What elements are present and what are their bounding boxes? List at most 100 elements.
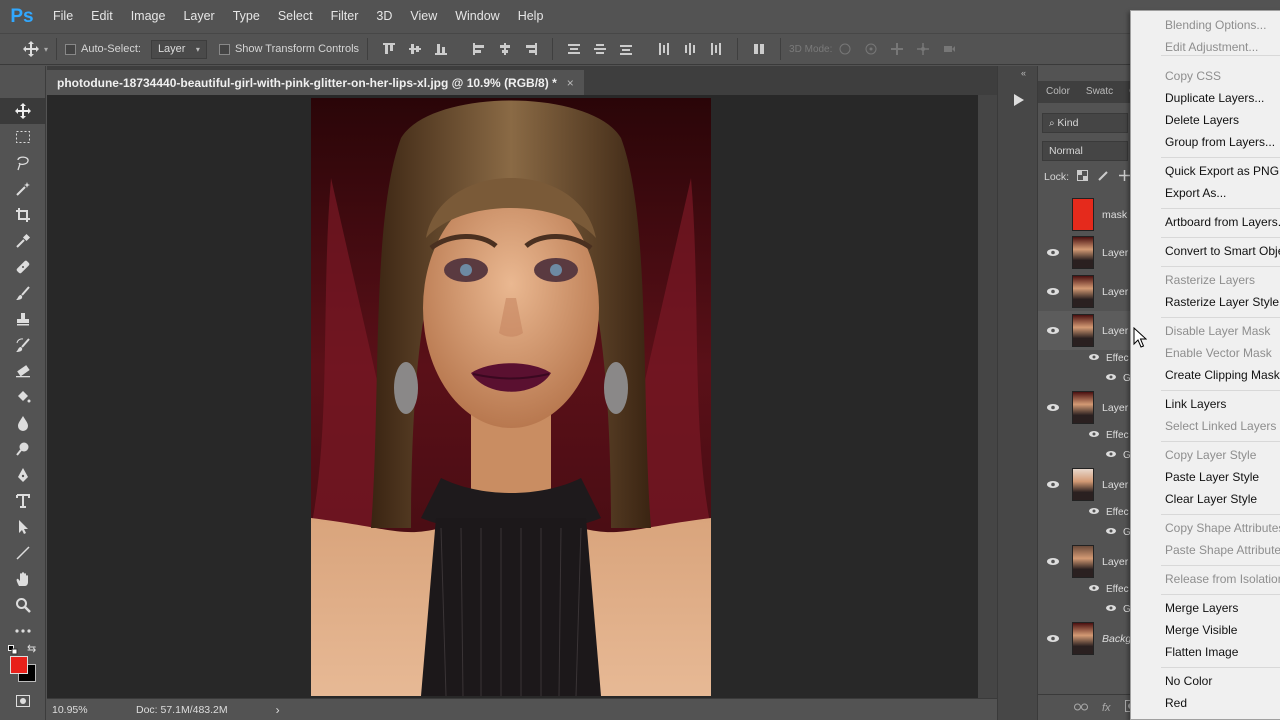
dodge-tool-icon[interactable] — [0, 436, 46, 462]
eye-icon[interactable] — [1038, 480, 1068, 489]
eye-icon[interactable] — [1105, 527, 1117, 538]
auto-align-icon[interactable] — [751, 41, 767, 57]
tab-color[interactable]: Color — [1038, 81, 1078, 103]
menu-item-convert-to-smart-object[interactable]: Convert to Smart Object — [1165, 244, 1280, 258]
status-menu-arrow[interactable]: › — [276, 703, 280, 717]
layer-style-icon[interactable]: fx — [1102, 702, 1111, 714]
brush-tool-icon[interactable] — [0, 280, 46, 306]
menu-item-export-as[interactable]: Export As... — [1165, 186, 1226, 200]
close-tab-icon[interactable]: × — [567, 76, 574, 90]
menu-window[interactable]: Window — [446, 0, 508, 33]
auto-select-dropdown[interactable]: Layer ▾ — [150, 39, 207, 59]
collapse-arrows-icon[interactable]: « — [1021, 68, 1026, 78]
eraser-tool-icon[interactable] — [0, 358, 46, 384]
foreground-color-swatch[interactable] — [10, 656, 28, 674]
distribute-vcenter-icon[interactable] — [592, 41, 608, 57]
eye-icon[interactable] — [1088, 430, 1100, 441]
eye-icon[interactable] — [1038, 326, 1068, 335]
document-tab[interactable]: photodune-18734440-beautiful-girl-with-p… — [47, 70, 584, 95]
distribute-left-icon[interactable] — [656, 41, 672, 57]
blur-tool-icon[interactable] — [0, 410, 46, 436]
move-tool-preset-icon[interactable]: ▾ — [22, 40, 48, 58]
hand-tool-icon[interactable] — [0, 566, 46, 592]
transform-controls-checkbox[interactable]: Show Transform Controls — [218, 43, 359, 55]
distribute-hcenter-icon[interactable] — [682, 41, 698, 57]
menu-filter[interactable]: Filter — [322, 0, 368, 33]
history-brush-tool-icon[interactable] — [0, 332, 46, 358]
eyedropper-tool-icon[interactable] — [0, 228, 46, 254]
zoom-tool-icon[interactable] — [0, 592, 46, 618]
canvas-photo[interactable] — [311, 98, 711, 696]
align-hcenter-icon[interactable] — [497, 41, 513, 57]
eye-icon[interactable] — [1088, 353, 1100, 364]
canvas-area[interactable] — [47, 95, 978, 698]
distribute-top-icon[interactable] — [566, 41, 582, 57]
align-top-icon[interactable] — [381, 41, 397, 57]
lock-transparent-icon[interactable] — [1077, 170, 1089, 184]
menu-file[interactable]: File — [44, 0, 82, 33]
menu-edit[interactable]: Edit — [82, 0, 122, 33]
play-icon[interactable] — [1004, 86, 1032, 114]
align-left-icon[interactable] — [471, 41, 487, 57]
line-tool-icon[interactable] — [0, 540, 46, 566]
move-tool-icon[interactable] — [0, 98, 46, 124]
blend-mode-dropdown[interactable]: Normal — [1042, 141, 1128, 161]
auto-select-checkbox[interactable]: Auto-Select: — [65, 43, 141, 55]
swap-colors-icon[interactable]: ⇆ — [27, 642, 36, 655]
distribute-bottom-icon[interactable] — [618, 41, 634, 57]
menu-item-merge-visible[interactable]: Merge Visible — [1165, 623, 1237, 637]
menu-3d[interactable]: 3D — [367, 0, 401, 33]
eye-icon[interactable] — [1038, 557, 1068, 566]
align-right-icon[interactable] — [523, 41, 539, 57]
menu-view[interactable]: View — [401, 0, 446, 33]
menu-item-clear-layer-style[interactable]: Clear Layer Style — [1165, 492, 1257, 506]
align-bottom-icon[interactable] — [433, 41, 449, 57]
more-tools-icon[interactable] — [0, 618, 46, 644]
quick-mask-icon[interactable] — [0, 688, 46, 714]
collapse-icon[interactable] — [0, 66, 45, 70]
menu-item-quick-export-as-png[interactable]: Quick Export as PNG — [1165, 164, 1279, 178]
menu-item-link-layers[interactable]: Link Layers — [1165, 397, 1226, 411]
path-selection-tool-icon[interactable] — [0, 514, 46, 540]
vertical-scrollbar[interactable] — [978, 95, 997, 698]
type-tool-icon[interactable] — [0, 488, 46, 514]
eye-icon[interactable] — [1038, 634, 1068, 643]
pen-tool-icon[interactable] — [0, 462, 46, 488]
menu-item-merge-layers[interactable]: Merge Layers — [1165, 601, 1238, 615]
marquee-tool-icon[interactable] — [0, 124, 46, 150]
align-vcenter-icon[interactable] — [407, 41, 423, 57]
layer-filter-dropdown[interactable]: ⌕ Kind — [1042, 113, 1128, 133]
lock-position-icon[interactable] — [1119, 170, 1131, 184]
menu-item-artboard-from-layers[interactable]: Artboard from Layers... — [1165, 215, 1280, 229]
healing-brush-tool-icon[interactable] — [0, 254, 46, 280]
clone-stamp-tool-icon[interactable] — [0, 306, 46, 332]
tab-swatches[interactable]: Swatc — [1078, 81, 1121, 103]
distribute-right-icon[interactable] — [708, 41, 724, 57]
eye-icon[interactable] — [1105, 450, 1117, 461]
menu-image[interactable]: Image — [122, 0, 175, 33]
menu-select[interactable]: Select — [269, 0, 322, 33]
visibility-toggle-off[interactable] — [1038, 211, 1068, 219]
eye-icon[interactable] — [1088, 584, 1100, 595]
menu-type[interactable]: Type — [224, 0, 269, 33]
eye-icon[interactable] — [1038, 248, 1068, 257]
zoom-level[interactable]: 10.95% — [52, 704, 136, 716]
menu-item-create-clipping-mask[interactable]: Create Clipping Mask — [1165, 368, 1280, 382]
crop-tool-icon[interactable] — [0, 202, 46, 228]
menu-item-group-from-layers[interactable]: Group from Layers... — [1165, 135, 1275, 149]
menu-item-no-color[interactable]: No Color — [1165, 674, 1212, 688]
eye-icon[interactable] — [1038, 287, 1068, 296]
menu-layer[interactable]: Layer — [174, 0, 223, 33]
menu-item-duplicate-layers[interactable]: Duplicate Layers... — [1165, 91, 1264, 105]
menu-item-red[interactable]: Red — [1165, 696, 1187, 710]
link-layers-icon[interactable] — [1074, 702, 1088, 714]
menu-item-paste-layer-style[interactable]: Paste Layer Style — [1165, 470, 1259, 484]
menu-item-flatten-image[interactable]: Flatten Image — [1165, 645, 1238, 659]
menu-item-delete-layers[interactable]: Delete Layers — [1165, 113, 1239, 127]
menu-item-rasterize-layer-style[interactable]: Rasterize Layer Style — [1165, 295, 1279, 309]
magic-wand-tool-icon[interactable] — [0, 176, 46, 202]
lock-image-icon[interactable] — [1098, 170, 1109, 184]
lasso-tool-icon[interactable] — [0, 150, 46, 176]
eye-icon[interactable] — [1105, 373, 1117, 384]
paint-bucket-tool-icon[interactable] — [0, 384, 46, 410]
